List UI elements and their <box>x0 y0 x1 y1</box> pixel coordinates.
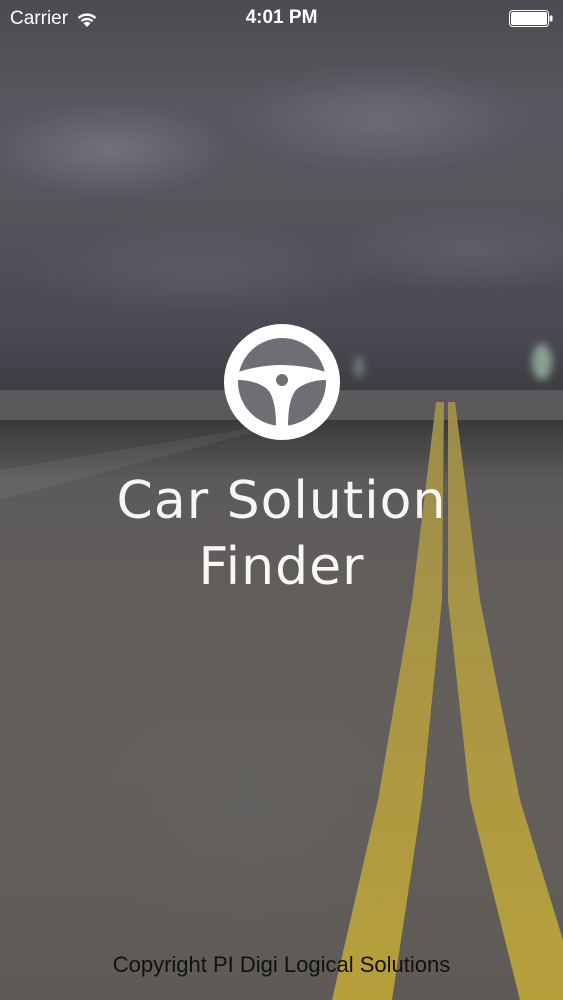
status-time: 4:01 PM <box>245 7 318 28</box>
copyright-text: Copyright PI Digi Logical Solutions <box>112 952 451 977</box>
battery-icon <box>509 10 553 27</box>
logo-container <box>0 322 563 442</box>
steering-wheel-icon <box>223 324 340 440</box>
app-title-line-2: Finder <box>198 537 365 597</box>
splash-screen: Carrier 4:01 PM Car Solution Finder Copy… <box>0 0 563 1000</box>
app-title-line-1: Car Solution <box>116 471 447 531</box>
status-bar: Carrier 4:01 PM <box>0 0 563 38</box>
app-title: Car Solution Finder <box>0 468 563 600</box>
